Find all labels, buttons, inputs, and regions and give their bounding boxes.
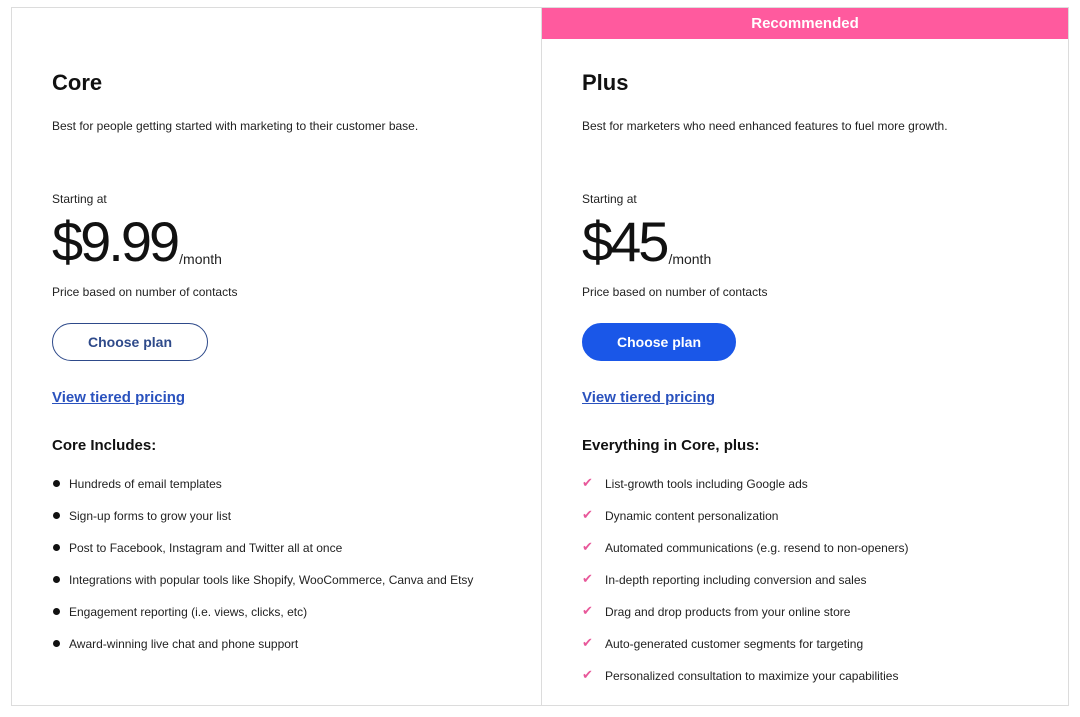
plan-description: Best for marketers who need enhanced fea… bbox=[582, 119, 948, 133]
checkmark-icon: ✔ bbox=[582, 667, 593, 682]
view-tiered-pricing-link[interactable]: View tiered pricing bbox=[582, 389, 715, 406]
price-period: /month bbox=[179, 251, 222, 267]
checkmark-icon: ✔ bbox=[582, 603, 593, 618]
feature-item: ✔ In-depth reporting including conversion… bbox=[582, 572, 909, 604]
bullet-dot-icon bbox=[53, 640, 60, 647]
bullet-dot-icon bbox=[53, 512, 60, 519]
feature-item: ✔ Drag and drop products from your online… bbox=[582, 604, 909, 636]
price-value: $45 bbox=[582, 210, 669, 273]
price-value: $9.99 bbox=[52, 210, 180, 273]
plan-name: Plus bbox=[582, 70, 629, 95]
feature-list: Hundreds of email templates Sign-up form… bbox=[52, 476, 473, 668]
feature-text: Auto-generated customer segments for tar… bbox=[605, 637, 864, 651]
view-tiered-pricing-link[interactable]: View tiered pricing bbox=[52, 389, 185, 406]
feature-text: Drag and drop products from your online … bbox=[605, 605, 851, 619]
feature-text: Automated communications (e.g. resend to… bbox=[605, 541, 909, 555]
checkmark-icon: ✔ bbox=[582, 635, 593, 650]
feature-text: Post to Facebook, Instagram and Twitter … bbox=[69, 541, 343, 555]
starting-at-label: Starting at bbox=[582, 192, 637, 206]
plan-card-plus: Recommended Plus Best for marketers who … bbox=[542, 8, 1068, 705]
choose-plan-button[interactable]: Choose plan bbox=[582, 323, 736, 361]
feature-text: In-depth reporting including conversion … bbox=[605, 573, 867, 587]
feature-text: Sign-up forms to grow your list bbox=[69, 509, 232, 523]
price-period: /month bbox=[668, 251, 712, 267]
feature-text: Personalized consultation to maximize yo… bbox=[605, 669, 899, 683]
bullet-dot-icon bbox=[53, 608, 60, 615]
feature-item: Sign-up forms to grow your list bbox=[52, 508, 473, 540]
feature-text: Engagement reporting (i.e. views, clicks… bbox=[69, 605, 308, 619]
feature-item: ✔ Automated communications (e.g. resend t… bbox=[582, 540, 909, 572]
bullet-dot-icon bbox=[53, 544, 60, 551]
feature-text: Dynamic content personalization bbox=[605, 509, 779, 523]
feature-item: ✔ Personalized consultation to maximize y… bbox=[582, 668, 909, 700]
feature-item: Integrations with popular tools like Sho… bbox=[52, 572, 473, 604]
bullet-dot-icon bbox=[53, 480, 60, 487]
price-note: Price based on number of contacts bbox=[52, 285, 238, 299]
price-note: Price based on number of contacts bbox=[582, 285, 768, 299]
plan-name: Core bbox=[52, 70, 103, 95]
recommended-badge: Recommended bbox=[542, 8, 1068, 39]
checkmark-icon: ✔ bbox=[582, 539, 593, 554]
pricing-comparison: Core Best for people getting started wit… bbox=[11, 7, 1069, 706]
feature-text: Integrations with popular tools like Sho… bbox=[69, 573, 474, 587]
checkmark-icon: ✔ bbox=[582, 507, 593, 522]
feature-item: Post to Facebook, Instagram and Twitter … bbox=[52, 540, 473, 572]
feature-item: Hundreds of email templates bbox=[52, 476, 473, 508]
price-row: $9.99 /month bbox=[52, 211, 222, 273]
feature-list: ✔ List-growth tools including Google ads … bbox=[582, 476, 909, 700]
feature-item: Award-winning live chat and phone suppor… bbox=[52, 636, 473, 668]
plan-card-core: Core Best for people getting started wit… bbox=[12, 8, 542, 705]
feature-item: Engagement reporting (i.e. views, clicks… bbox=[52, 604, 473, 636]
checkmark-icon: ✔ bbox=[582, 571, 593, 586]
choose-plan-button[interactable]: Choose plan bbox=[52, 323, 208, 361]
feature-text: List-growth tools including Google ads bbox=[605, 477, 808, 491]
bullet-dot-icon bbox=[53, 576, 60, 583]
includes-title: Core Includes: bbox=[52, 437, 157, 454]
feature-text: Award-winning live chat and phone suppor… bbox=[69, 637, 299, 651]
feature-item: ✔ Dynamic content personalization bbox=[582, 508, 909, 540]
checkmark-icon: ✔ bbox=[582, 475, 593, 490]
feature-item: ✔ Auto-generated customer segments for ta… bbox=[582, 636, 909, 668]
feature-text: Hundreds of email templates bbox=[69, 477, 222, 491]
feature-item: ✔ List-growth tools including Google ads bbox=[582, 476, 909, 508]
starting-at-label: Starting at bbox=[52, 192, 107, 206]
includes-title: Everything in Core, plus: bbox=[582, 437, 760, 454]
price-row: $45 /month bbox=[582, 211, 711, 273]
plan-description: Best for people getting started with mar… bbox=[52, 119, 419, 133]
